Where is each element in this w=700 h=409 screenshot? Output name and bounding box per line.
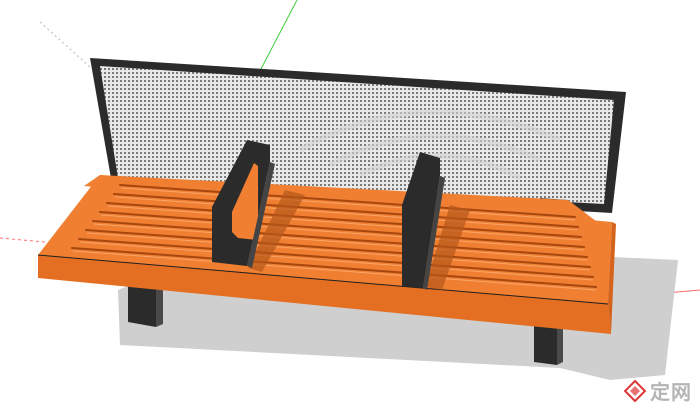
diamond-logo-icon — [624, 379, 646, 402]
watermark: 定网 — [624, 376, 692, 405]
modeling-viewport[interactable]: 定网 — [0, 0, 700, 409]
red-axis-line — [0, 237, 46, 243]
bench-leg-left — [128, 283, 156, 327]
bench-3d-model — [0, 0, 700, 380]
bench-leg-left-side — [156, 284, 163, 327]
watermark-text: 定网 — [650, 380, 692, 404]
